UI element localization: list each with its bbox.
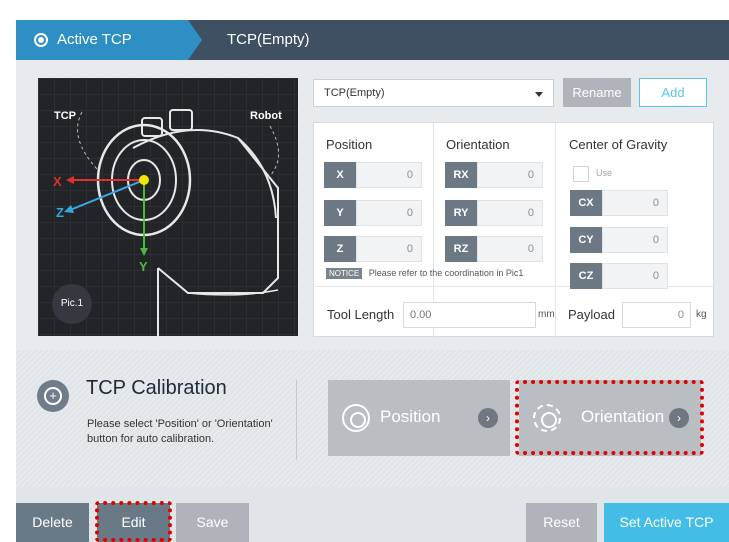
rename-button[interactable]: Rename xyxy=(563,78,631,107)
payload-input[interactable]: 0 xyxy=(622,302,691,328)
gravity-cx-field[interactable]: CX 0 xyxy=(570,190,668,216)
reset-button[interactable]: Reset xyxy=(526,503,597,542)
column-divider xyxy=(555,123,556,337)
pic-badge: Pic.1 xyxy=(52,284,92,324)
field-value[interactable]: 0 xyxy=(477,236,543,262)
radio-icon xyxy=(34,33,48,47)
add-button[interactable]: Add xyxy=(639,78,707,107)
tcp-coordinates-card: Position X 0 Y 0 Z 0 Orientation RX 0 RY… xyxy=(313,122,714,337)
orientation-title: Orientation xyxy=(446,137,510,152)
payload-unit: kg xyxy=(696,309,707,320)
notice-tag: NOTICE xyxy=(326,268,363,279)
field-value[interactable]: 0 xyxy=(602,190,668,216)
save-button[interactable]: Save xyxy=(176,503,249,542)
orientation-rz-field[interactable]: RZ 0 xyxy=(445,236,543,262)
payload-label: Payload xyxy=(568,307,615,322)
orientation-ry-field[interactable]: RY 0 xyxy=(445,200,543,226)
field-tag: Y xyxy=(324,200,356,226)
position-calibration-button[interactable]: Position › xyxy=(328,380,510,456)
field-tag: CX xyxy=(570,190,602,216)
tool-length-unit: mm xyxy=(538,309,555,320)
calibration-divider xyxy=(296,380,297,460)
field-value[interactable]: 0 xyxy=(477,162,543,188)
field-tag: RZ xyxy=(445,236,477,262)
active-tcp-tab[interactable]: Active TCP xyxy=(16,20,202,60)
tab-arrow-icon xyxy=(188,20,202,60)
field-value[interactable]: 0 xyxy=(356,162,422,188)
tcp-select[interactable]: TCP(Empty) xyxy=(313,79,554,107)
position-x-field[interactable]: X 0 xyxy=(324,162,422,188)
center-of-gravity-title: Center of Gravity xyxy=(569,137,668,152)
chevron-down-icon xyxy=(535,92,543,97)
field-tag: Z xyxy=(324,236,356,262)
calibration-icon: + xyxy=(37,380,69,412)
plus-icon: + xyxy=(49,388,57,403)
calibration-title: TCP Calibration xyxy=(86,377,227,399)
gravity-cy-field[interactable]: CY 0 xyxy=(570,227,668,253)
active-tcp-label: Active TCP xyxy=(57,31,132,48)
field-tag: X xyxy=(324,162,356,188)
field-tag: CZ xyxy=(570,263,602,289)
field-tag: RY xyxy=(445,200,477,226)
current-tcp-name: TCP(Empty) xyxy=(227,31,310,48)
field-value[interactable]: 0 xyxy=(477,200,543,226)
robot-pic-label: Robot xyxy=(250,110,282,122)
z-axis-label: Z xyxy=(56,205,64,220)
y-axis-label: Y xyxy=(139,259,148,274)
set-active-tcp-button[interactable]: Set Active TCP xyxy=(604,503,729,542)
field-value[interactable]: 0 xyxy=(602,227,668,253)
notice-text: Please refer to the coordination in Pic1 xyxy=(368,268,524,278)
field-tag: CY xyxy=(570,227,602,253)
tcp-coordinate-picture: TCP Robot X Z Y Pic.1 xyxy=(38,78,298,336)
tool-length-label: Tool Length xyxy=(327,307,395,322)
field-value[interactable]: 0 xyxy=(356,200,422,226)
tcp-header: Active TCP TCP(Empty) xyxy=(16,20,729,60)
field-value[interactable]: 0 xyxy=(602,263,668,289)
notice-message: NOTICE Please refer to the coordination … xyxy=(326,268,523,279)
tcp-select-value: TCP(Empty) xyxy=(324,87,385,99)
position-calibration-label: Position xyxy=(380,407,441,426)
field-value[interactable]: 0 xyxy=(356,236,422,262)
position-y-field[interactable]: Y 0 xyxy=(324,200,422,226)
use-checkbox[interactable] xyxy=(573,166,589,182)
position-title: Position xyxy=(326,137,373,152)
delete-button[interactable]: Delete xyxy=(16,503,89,542)
use-checkbox-label: Use xyxy=(596,168,613,178)
tcp-settings-screen: Active TCP TCP(Empty) TCP Robot X Z Y Pi… xyxy=(0,0,729,542)
field-tag: RX xyxy=(445,162,477,188)
calibration-description: Please select 'Position' or 'Orientation… xyxy=(87,418,273,445)
edit-highlight-marker xyxy=(95,501,172,542)
target-icon xyxy=(342,404,370,432)
gravity-cz-field[interactable]: CZ 0 xyxy=(570,263,668,289)
orientation-rx-field[interactable]: RX 0 xyxy=(445,162,543,188)
chevron-right-icon: › xyxy=(478,408,498,428)
tool-length-input[interactable] xyxy=(403,302,536,328)
orientation-highlight-marker xyxy=(515,380,704,455)
position-z-field[interactable]: Z 0 xyxy=(324,236,422,262)
tcp-pic-label: TCP xyxy=(54,110,76,122)
x-axis-label: X xyxy=(53,174,62,189)
